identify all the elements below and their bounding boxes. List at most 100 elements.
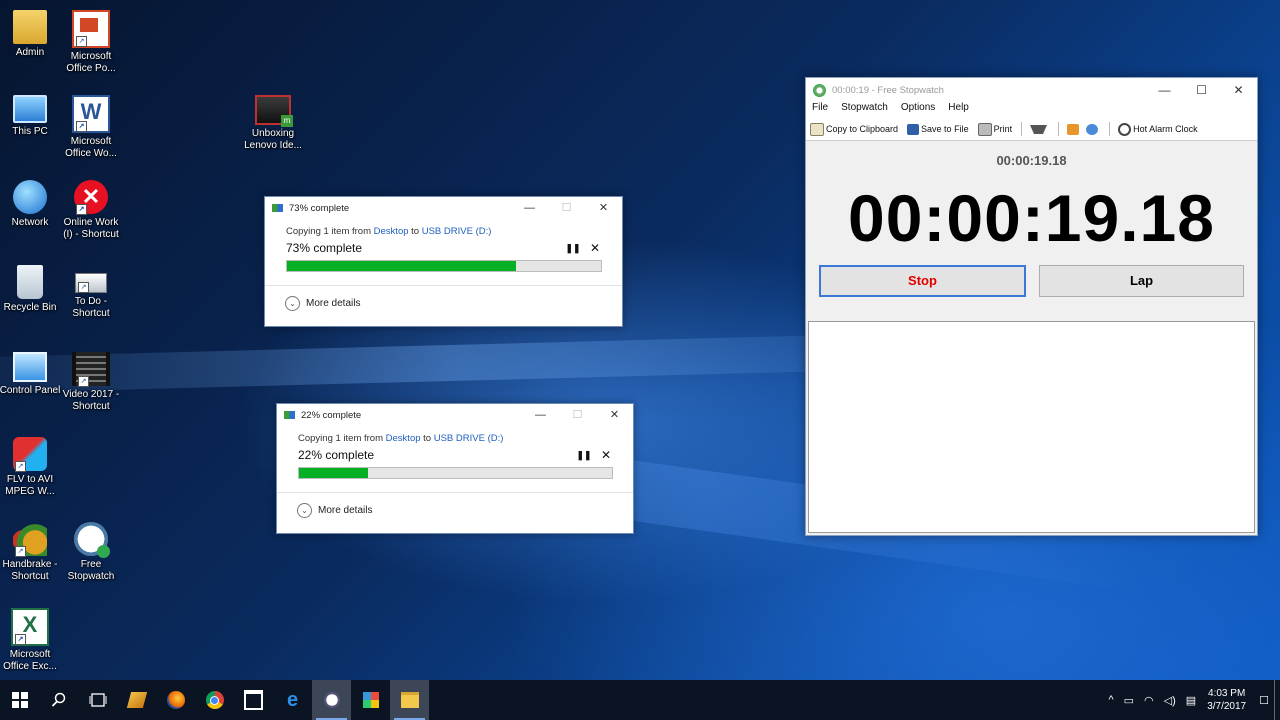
desktop-icon-online-work[interactable]: ✕ ↗ Online Work (I) - Shortcut <box>56 180 126 241</box>
copy-prefix-text: Copying 1 item from <box>286 226 374 237</box>
stopwatch-app-icon <box>813 83 826 97</box>
copy-icon <box>284 411 295 419</box>
taskbar-app-firefox[interactable] <box>156 680 195 720</box>
desktop-icon-unboxing-video[interactable]: m Unboxing Lenovo Ide... <box>238 95 308 152</box>
action-center-icon[interactable]: ▤ <box>1186 694 1196 707</box>
taskbar-app-chrome[interactable] <box>195 680 234 720</box>
source-link[interactable]: Desktop <box>374 226 409 237</box>
lap-list[interactable] <box>808 321 1255 533</box>
search-button[interactable] <box>39 680 78 720</box>
filter-button[interactable] <box>1030 124 1049 134</box>
more-details-label: More details <box>306 297 361 309</box>
minimize-button[interactable]: — <box>1146 78 1183 102</box>
system-tray: ^ ▭ ◠ ◁) ▤ 4:03 PM 3/7/2017 ☐ <box>1103 680 1280 720</box>
cancel-copy-icon[interactable]: ✕ <box>599 448 613 462</box>
print-button[interactable]: Print <box>977 122 1012 136</box>
desktop-icon-free-stopwatch[interactable]: Free Stopwatch <box>56 522 126 583</box>
clock[interactable]: 4:03 PM 3/7/2017 <box>1207 687 1246 713</box>
icon-label: Office Exc... <box>3 661 57 672</box>
task-view-button[interactable] <box>78 680 117 720</box>
more-details-toggle[interactable]: ⌄ More details <box>277 492 633 527</box>
powerpoint-icon: ↗ <box>72 10 110 48</box>
cancel-copy-icon[interactable]: ✕ <box>588 241 602 255</box>
taskbar: e ^ ▭ ◠ ◁) ▤ 4:03 PM 3/7/2017 ☐ <box>0 680 1280 720</box>
toolbar-separator <box>1109 122 1111 136</box>
to-text: to <box>420 433 434 444</box>
destination-link[interactable]: USB DRIVE (D:) <box>434 433 504 444</box>
icon-label: Shortcut <box>72 401 110 412</box>
menu-help[interactable]: Help <box>948 102 969 118</box>
toolbar: Copy to Clipboard Save to File Print Hot… <box>806 118 1257 141</box>
error-x-icon: ✕ ↗ <box>74 180 108 215</box>
source-link[interactable]: Desktop <box>386 433 421 444</box>
destination-link[interactable]: USB DRIVE (D:) <box>422 226 492 237</box>
copy-to-clipboard-button[interactable]: Copy to Clipboard <box>810 122 898 136</box>
icon-label: (I) - Shortcut <box>63 229 119 240</box>
minimize-button[interactable]: — <box>522 404 559 426</box>
save-to-file-button[interactable]: Save to File <box>907 123 969 135</box>
task-view-icon <box>89 693 106 707</box>
show-desktop-button[interactable] <box>1274 680 1280 720</box>
taskbar-app-colorful[interactable] <box>351 680 390 720</box>
clock-time: 4:03 PM <box>1208 688 1246 699</box>
desktop-icon-to-do[interactable]: ↗ To Do - Shortcut <box>56 265 126 320</box>
icon-label: Microsoft <box>70 136 112 147</box>
lap-button[interactable]: Lap <box>1039 265 1244 297</box>
chevron-up-icon[interactable]: ^ <box>1108 694 1113 706</box>
more-details-toggle[interactable]: ⌄ More details <box>265 285 622 320</box>
desktop-icon-powerpoint[interactable]: ↗ Microsoft Office Po... <box>56 10 126 75</box>
word-icon: W ↗ <box>72 95 110 133</box>
copy-description: Copying 1 item from Desktop to USB DRIVE… <box>298 433 613 444</box>
network-icon[interactable]: ▭ <box>1124 694 1134 707</box>
icon-label: Online Work <box>63 217 119 228</box>
menu-file[interactable]: File <box>812 102 828 118</box>
percent-complete-label: 73% complete <box>286 241 363 255</box>
taskbar-app-store[interactable] <box>234 680 273 720</box>
usb-drive-icon: ↗ <box>75 273 107 293</box>
pause-icon[interactable]: ❚❚ <box>558 243 588 254</box>
chevron-down-icon: ⌄ <box>285 295 300 311</box>
dialog-titlebar[interactable]: 22% complete — ☐ ✕ <box>277 404 633 426</box>
firefox-icon <box>166 691 185 709</box>
icon-label: Unboxing <box>251 128 295 139</box>
wifi-icon[interactable]: ◠ <box>1144 694 1154 707</box>
excel-icon: X ↗ <box>11 608 49 646</box>
close-button[interactable]: ✕ <box>585 197 622 219</box>
pause-icon[interactable]: ❚❚ <box>569 450 599 461</box>
desktop-icon-word[interactable]: W ↗ Microsoft Office Wo... <box>56 95 126 160</box>
menu-stopwatch[interactable]: Stopwatch <box>841 102 888 118</box>
shortcut-arrow-icon: ↗ <box>76 204 87 215</box>
taskbar-app-winamp[interactable] <box>117 680 156 720</box>
stop-button[interactable]: Stop <box>819 265 1026 297</box>
volume-icon[interactable]: ◁) <box>1164 694 1176 707</box>
desktop-icon-excel[interactable]: X ↗ Microsoft Office Exc... <box>0 608 65 673</box>
home-button[interactable] <box>1067 123 1081 135</box>
taskbar-app-edge[interactable]: e <box>273 680 312 720</box>
window-titlebar[interactable]: 00:00:19 - Free Stopwatch — ☐ ✕ <box>806 78 1257 102</box>
dialog-titlebar[interactable]: 73% complete — ☐ ✕ <box>265 197 622 219</box>
close-button[interactable]: ✕ <box>596 404 633 426</box>
taskbar-app-free-stopwatch[interactable] <box>312 680 351 720</box>
windows-logo-icon <box>11 692 28 708</box>
hot-alarm-clock-button[interactable]: Hot Alarm Clock <box>1118 122 1198 136</box>
printer-icon <box>977 122 992 136</box>
copy-prefix-text: Copying 1 item from <box>298 433 386 444</box>
start-button[interactable] <box>0 680 39 720</box>
desktop-icon-video-2017[interactable]: ↗ Video 2017 - Shortcut <box>56 352 126 413</box>
computer-icon <box>13 95 47 123</box>
notifications-icon[interactable]: ☐ <box>1259 694 1269 707</box>
window-title: 00:00:19 - Free Stopwatch <box>832 84 944 96</box>
maximize-button[interactable]: ☐ <box>1183 78 1220 102</box>
icon-label: Microsoft <box>9 649 51 660</box>
menu-options[interactable]: Options <box>901 102 935 118</box>
floppy-disk-icon <box>907 123 920 135</box>
clipboard-icon <box>810 122 824 136</box>
close-button[interactable]: ✕ <box>1220 78 1257 102</box>
alarm-clock-icon <box>1118 122 1132 136</box>
desktop-icon-flv-to-avi[interactable]: ↗ FLV to AVI MPEG W... <box>0 437 65 498</box>
minimize-button[interactable]: — <box>511 197 548 219</box>
taskbar-app-file-explorer[interactable] <box>390 680 429 720</box>
maximize-button: ☐ <box>561 202 572 214</box>
help-button[interactable] <box>1086 123 1100 135</box>
maximize-button: ☐ <box>572 409 583 421</box>
